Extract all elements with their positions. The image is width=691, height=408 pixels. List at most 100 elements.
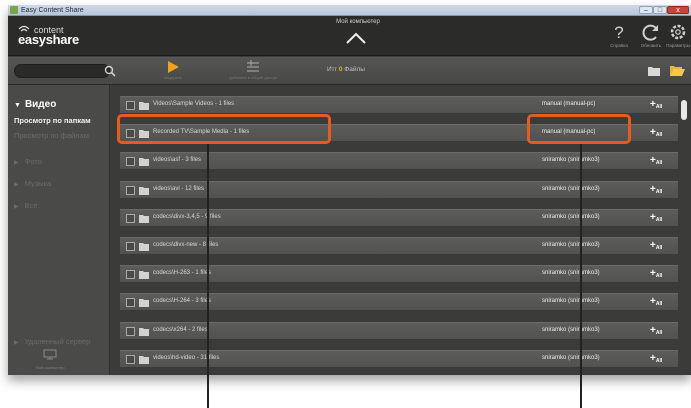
files-label: Файлы [344, 66, 365, 73]
folder-row[interactable]: codecs\H-264 - 3 files sniramko (sniramko… [120, 293, 678, 312]
maximize-button[interactable]: □ [653, 6, 667, 14]
folder-row[interactable]: codecs\x264 - 2 files sniramko (sniramko3… [120, 321, 678, 340]
settings-button[interactable]: Параметры [665, 21, 691, 53]
sidebar-music-label: Музыка [24, 179, 52, 188]
folder-row[interactable]: codecs\divx-3,4,5 - 9 files sniramko (sni… [120, 208, 678, 227]
folder-row[interactable]: codecs\H-263 - 1 files sniramko (sniramko… [120, 265, 678, 284]
close-button[interactable]: x [667, 6, 689, 14]
sidebar-item-video[interactable]: ▼ Видео [14, 99, 56, 110]
folder-icon [139, 130, 149, 139]
refresh-label: Обновить [640, 43, 662, 48]
folder-name: codecs\divx-3,4,5 - 9 files [153, 213, 221, 220]
refresh-icon [642, 24, 658, 41]
sidebar-item-by-files[interactable]: Просмотр по файлам [14, 131, 89, 140]
minimize-button[interactable]: – [639, 6, 653, 14]
add-all-button[interactable]: +All [650, 184, 670, 196]
add-all-label: All [655, 301, 663, 308]
help-label: Справка [610, 43, 628, 48]
folder-icon[interactable] [648, 66, 660, 76]
download-label: Загрузить [163, 75, 183, 80]
folder-owner: sniramko (sniramko3) [542, 213, 600, 220]
add-all-button[interactable]: +All [650, 325, 670, 337]
app-icon [10, 6, 18, 14]
files-indicator: Итг 0 Файлы [327, 66, 365, 73]
row-checkbox[interactable] [126, 213, 135, 223]
row-checkbox[interactable] [126, 326, 135, 336]
easyshare-logo: content easyshare [18, 23, 88, 49]
folder-owner: manual (manual-pc) [542, 101, 596, 107]
row-checkbox[interactable] [126, 298, 135, 308]
add-all-label: All [655, 245, 663, 251]
gear-icon [670, 24, 686, 40]
list-add-icon [247, 60, 259, 72]
sidebar-photo-label: Фото [24, 157, 42, 166]
row-checkbox[interactable] [126, 129, 135, 139]
search-box[interactable] [14, 64, 110, 78]
svg-text:?: ? [614, 23, 623, 42]
chevron-up-icon[interactable] [344, 31, 368, 45]
sidebar-item-by-folders[interactable]: Просмотр по папкам [14, 116, 91, 125]
folder-icon [139, 327, 149, 336]
window-title: Easy Content Share [21, 7, 84, 14]
folder-name: videos\hd-video - 31 files [153, 354, 220, 361]
add-all-label: All [655, 160, 663, 167]
triangle-right-icon: ▶ [14, 160, 19, 166]
app-header: content easyshare Мой компьютер ? Справк… [8, 16, 691, 56]
add-all-label: All [655, 104, 663, 110]
play-icon [168, 61, 179, 73]
help-button[interactable]: ? Справка [604, 21, 634, 53]
refresh-button[interactable]: Обновить [636, 21, 666, 53]
add-all-label: All [655, 188, 663, 195]
folder-icon [139, 355, 149, 364]
sidebar-item-music[interactable]: ▶ Музыка [14, 179, 51, 188]
sidebar-item-remote-server[interactable]: ▶ Удаленный сервер [14, 337, 90, 346]
logo-text-bottom: easyshare [18, 32, 79, 47]
download-button[interactable]: Загрузить [148, 59, 198, 83]
triangle-right-icon: ▶ [14, 182, 19, 188]
add-to-shared-button[interactable]: Добавить в общий доступ [208, 59, 298, 83]
add-all-label: All [655, 273, 663, 280]
sidebar-all-label: Все [24, 201, 38, 210]
scrollbar[interactable] [681, 100, 687, 120]
folder-icon [139, 271, 149, 280]
folder-icon [139, 243, 149, 251]
folder-name: Recorded TV\Sample Media - 1 files [153, 129, 250, 136]
folder-open-icon[interactable] [670, 65, 685, 76]
add-to-shared-label: Добавить в общий доступ [228, 75, 277, 80]
row-checkbox[interactable] [126, 270, 135, 280]
sidebar-item-my-computer[interactable]: Мой компьютер [30, 347, 70, 370]
folder-row[interactable]: Recorded TV\Sample Media - 1 files manual… [120, 124, 678, 143]
row-checkbox[interactable] [126, 185, 135, 195]
row-checkbox[interactable] [126, 242, 135, 251]
add-all-button[interactable]: +All [650, 212, 670, 224]
row-checkbox[interactable] [126, 101, 135, 110]
sidebar-video-label: Видео [24, 99, 57, 110]
add-all-button[interactable]: +All [650, 100, 670, 111]
add-all-button[interactable]: +All [650, 128, 670, 139]
sidebar-item-photo[interactable]: ▶ Фото [14, 157, 42, 166]
folder-owner: sniramko (sniramko3) [542, 157, 600, 164]
row-checkbox[interactable] [126, 157, 135, 167]
pointer-line-owner [580, 144, 582, 408]
add-all-button[interactable]: +All [650, 297, 670, 308]
folder-owner: sniramko (sniramko3) [542, 354, 600, 361]
sidebar-computer-label: Мой компьютер [35, 365, 65, 370]
add-all-button[interactable]: +All [650, 156, 670, 167]
folder-row[interactable]: videos\asf - 3 files sniramko (sniramko3)… [120, 152, 678, 171]
folder-name: Videos\Sample Videos - 1 files [153, 101, 235, 107]
add-all-button[interactable]: +All [650, 353, 670, 365]
search-icon[interactable] [104, 65, 116, 77]
folder-row[interactable]: codecs\divx-new - 8 files sniramko (snira… [120, 237, 678, 255]
search-input[interactable] [22, 66, 97, 77]
folder-row[interactable]: videos\hd-video - 31 files sniramko (snir… [120, 349, 678, 368]
folder-row[interactable]: Videos\Sample Videos - 1 files manual (ma… [120, 96, 678, 114]
row-checkbox[interactable] [126, 354, 135, 364]
sidebar-item-all[interactable]: ▶ Все [14, 201, 38, 210]
folder-row[interactable]: videos\avi - 12 files sniramko (sniramko3… [120, 180, 678, 199]
add-all-button[interactable]: +All [650, 241, 670, 252]
add-all-label: All [655, 357, 663, 364]
add-all-button[interactable]: +All [650, 269, 670, 280]
folder-owner: manual (manual-pc) [542, 129, 596, 136]
folder-icon [139, 214, 149, 223]
folder-name: videos\asf - 3 files [153, 157, 202, 164]
